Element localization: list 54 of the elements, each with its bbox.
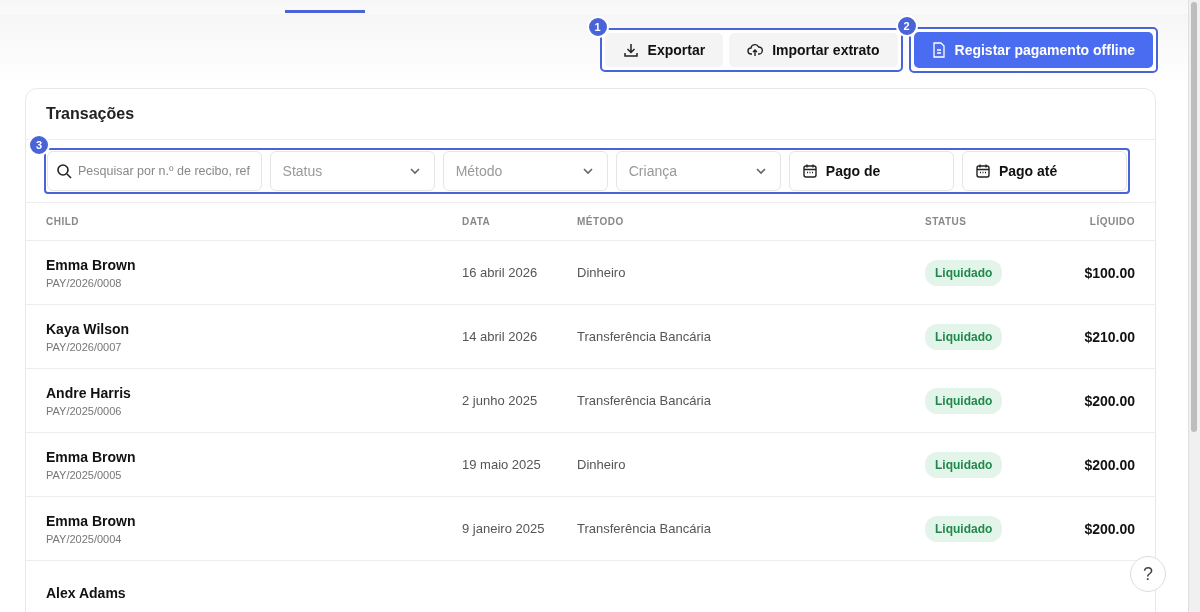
register-payment-button[interactable]: Registar pagamento offline <box>913 32 1153 68</box>
status-badge: Liquidado <box>925 323 1003 350</box>
search-icon <box>56 163 72 179</box>
date-cell: 2 junho 2025 <box>462 393 538 408</box>
amount-cell: $100.00 <box>1084 264 1135 281</box>
search-field[interactable]: Pesquisar por n.º de recibo, ref <box>47 151 262 191</box>
status-badge: Liquidado <box>925 515 1003 542</box>
date-filter-button[interactable]: Pago até <box>961 151 1127 191</box>
export-button[interactable]: Exportar <box>604 33 724 67</box>
method-cell: Transferência Bancária <box>577 393 711 408</box>
receipt-number: PAY/2025/0005 <box>46 468 123 481</box>
child-name: Emma Brown <box>46 256 137 273</box>
cloud-upload-icon <box>747 42 764 58</box>
amount-cell: $200.00 <box>1084 392 1135 409</box>
amount-cell: $200.00 <box>1084 456 1135 473</box>
scrollbar-thumb[interactable] <box>1191 2 1197 432</box>
method-cell: Dinheiro <box>577 265 626 280</box>
child-name: Alex Adams <box>46 584 127 601</box>
method-cell: Dinheiro <box>577 457 626 472</box>
import-button[interactable]: Importar extrato <box>729 33 898 67</box>
amount-cell: $210.00 <box>1084 328 1135 345</box>
date-cell: 16 abril 2026 <box>462 265 538 280</box>
date-filter-button[interactable]: Pago de <box>788 151 954 191</box>
child-name: Kaya Wilson <box>46 320 131 337</box>
method-cell: Transferência Bancária <box>577 521 711 536</box>
receipt-number: PAY/2025/0006 <box>46 404 123 417</box>
download-icon <box>622 42 639 58</box>
receipt-number: PAY/2026/0008 <box>46 276 123 289</box>
child-name: Emma Brown <box>46 448 137 465</box>
child-name: Emma Brown <box>46 512 137 529</box>
document-icon <box>931 42 946 58</box>
status-badge: Liquidado <box>925 451 1003 478</box>
receipt-number: PAY/2025/0004 <box>46 532 123 545</box>
child-name: Andre Harris <box>46 384 132 401</box>
column-header: MÉTODO <box>577 216 625 227</box>
calendar-icon <box>974 163 991 179</box>
step-badge: 2 <box>895 15 918 37</box>
step-badge: 3 <box>28 134 50 156</box>
date-cell: 19 maio 2025 <box>462 457 541 472</box>
amount-cell: $200.00 <box>1084 520 1135 537</box>
method-cell: Transferência Bancária <box>577 329 711 344</box>
card-title: Transações <box>26 89 1155 140</box>
receipt-number: PAY/2026/0007 <box>46 340 123 353</box>
column-header: CHILD <box>46 216 81 227</box>
status-badge: Liquidado <box>925 387 1003 414</box>
status-badge: Liquidado <box>925 259 1003 286</box>
step-badge: 1 <box>586 16 609 38</box>
column-header: LÍQUIDO <box>1088 216 1135 227</box>
column-header: DATA <box>462 216 492 227</box>
help-button[interactable]: ? <box>1130 556 1166 592</box>
column-header: STATUS <box>925 216 968 227</box>
date-cell: 9 janeiro 2025 <box>462 521 545 536</box>
calendar-icon <box>801 163 818 179</box>
date-cell: 14 abril 2026 <box>462 329 538 344</box>
